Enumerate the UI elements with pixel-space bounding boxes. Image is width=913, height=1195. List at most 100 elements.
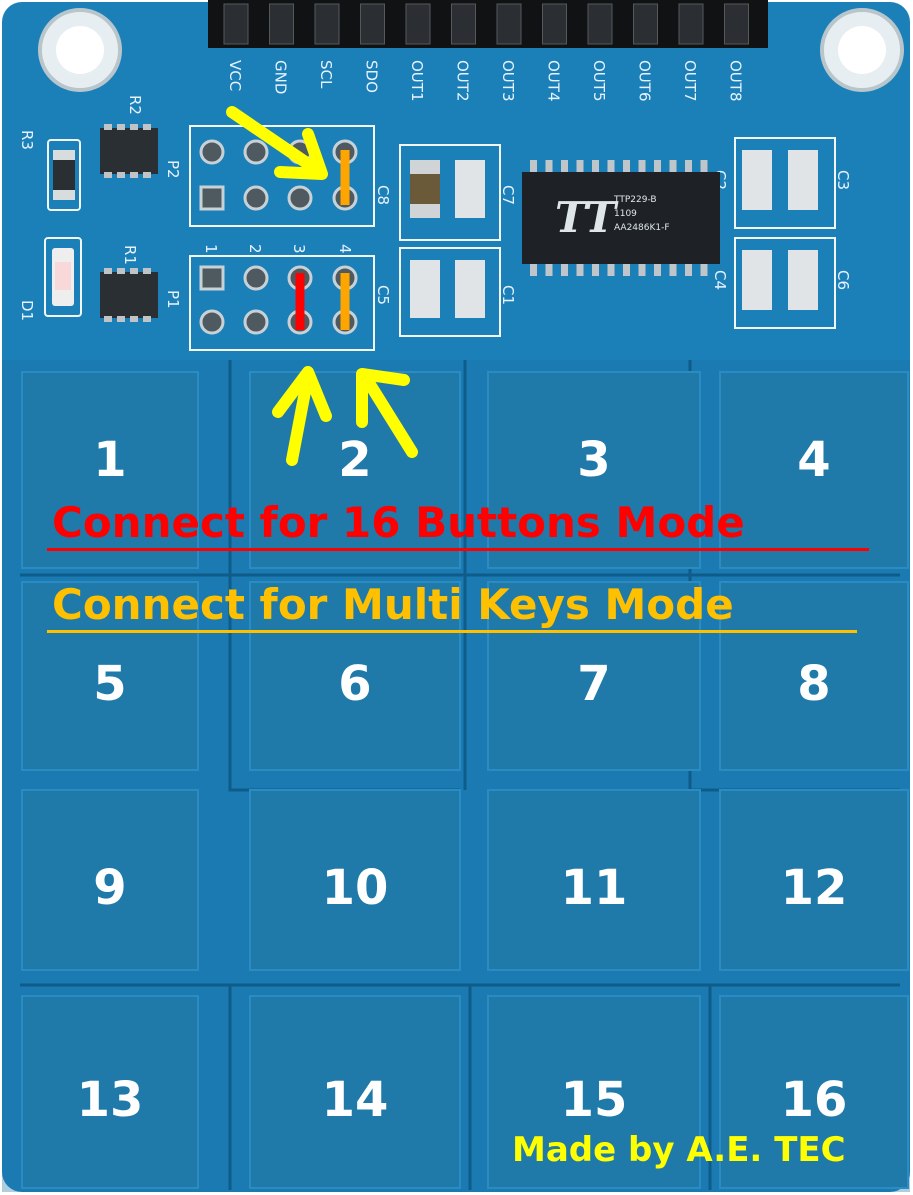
touch-pad-number: 4 [797,432,830,488]
chip-leg [700,262,708,276]
header-pin-label: OUT5 [590,60,608,102]
chip-leg [530,262,537,276]
chip-line-2: 1109 [614,209,637,219]
c6-capacitor [788,250,818,310]
chip-line-3: AA2486K1-F [614,223,670,233]
header-pin [269,3,294,45]
header-pin-label: SDO [363,60,381,93]
c1-label: C1 [499,285,517,305]
board-photo: VCC GND SCL SDO OUT1 OUT2 OUT3 OUT4 OUT5 OUT6 OUT7… [0,0,913,1195]
svg-text:4: 4 [336,244,354,254]
chip-leg [592,160,599,174]
mounting-hole-right [820,8,904,92]
chip-leg [530,160,537,174]
touch-pad-number: 10 [322,860,389,916]
touch-pad-number: 1 [93,432,126,488]
chip-logo: TT [555,193,619,242]
touch-pad[interactable]: 9 [21,789,199,971]
header-pin [633,3,658,45]
chip-leg [545,160,553,174]
header-pin-label: OUT2 [454,60,472,102]
pin-header [208,0,768,48]
chip-leg [561,262,568,276]
svg-text:2: 2 [246,244,264,254]
chip-leg [669,160,677,174]
header-pin [587,3,613,45]
header-pin-label: OUT7 [681,60,699,102]
c8-label: C8 [374,185,392,205]
touch-pad-number: 2 [338,432,371,488]
chip-line-1: TTP229-B [613,195,657,205]
c5-label: C5 [374,285,392,305]
chip-leg [654,262,661,276]
touch-pad-number: 9 [93,860,126,916]
header-pin [542,3,567,45]
r1-resistor-array [100,268,158,322]
header-pin-label: SCL [317,60,335,89]
chip-leg [576,160,584,174]
caption-16-buttons-mode: Connect for 16 Buttons Mode [52,498,745,547]
credit-label: Made by A.E. TEC [512,1130,846,1170]
header-pin [496,3,522,45]
p2-label: P2 [164,160,182,179]
header-pin-label: VCC [226,60,244,91]
chip-leg [700,160,708,174]
svg-text:1: 1 [202,244,220,254]
header-pin [678,3,704,45]
chip-leg [685,262,692,276]
ttp229-chip: TT TTP229-B 1109 AA2486K1-F [522,160,720,276]
mounting-hole-left [38,8,122,92]
r3-label: R3 [18,130,36,150]
chip-leg [638,160,646,174]
touch-pad-number: 6 [338,656,371,712]
header-pin [223,3,249,45]
r2-resistor-array [100,124,158,178]
c6-label: C6 [834,270,852,290]
p1-label: P1 [164,290,182,309]
c3-label: C3 [834,170,852,190]
header-pin-label: GND [272,60,290,94]
chip-leg [685,160,692,174]
touch-pad[interactable]: 8 [719,581,909,771]
header-pin [405,3,431,45]
header-pin-label: OUT4 [545,60,563,102]
caption-multi-underline [47,630,857,633]
header-pin [314,3,340,45]
caption-16-underline [47,548,869,551]
touch-pad-number: 14 [322,1072,389,1128]
chip-leg [669,262,677,276]
chip-leg [638,262,646,276]
touch-pad-number: 12 [781,860,848,916]
caption-multi-keys-mode: Connect for Multi Keys Mode [52,580,734,629]
c4-label: C4 [711,270,729,290]
touch-pad[interactable]: 10 [249,789,461,971]
chip-leg [545,262,553,276]
header-pin-label: OUT8 [727,60,745,102]
touch-pad[interactable]: 14 [249,995,461,1189]
touch-pad-number: 7 [577,656,610,712]
chip-leg [654,160,661,174]
touch-pad[interactable]: 11 [487,789,701,971]
header-pin [724,3,749,45]
touch-pad-number: 11 [561,860,628,916]
chip-leg [592,262,599,276]
touch-pad-number: 15 [561,1072,628,1128]
c7-capacitor [455,160,485,218]
touch-pad-number: 8 [797,656,830,712]
c3-capacitor [788,150,818,210]
touch-pad[interactable]: 13 [21,995,199,1189]
svg-text:3: 3 [290,244,308,254]
touch-pad[interactable]: 12 [719,789,909,971]
r1-label: R1 [121,245,139,265]
touch-pad-number: 5 [93,656,126,712]
chip-leg [623,160,630,174]
c1-capacitor [455,260,485,318]
chip-leg [607,262,615,276]
r2-label: R2 [126,95,144,115]
header-pin [451,3,476,45]
touch-pad[interactable]: 4 [719,371,909,569]
header-pin [360,3,385,45]
c7-label: C7 [499,185,517,205]
touch-pad-number: 16 [781,1072,848,1128]
header-pin-label: OUT3 [499,60,517,102]
